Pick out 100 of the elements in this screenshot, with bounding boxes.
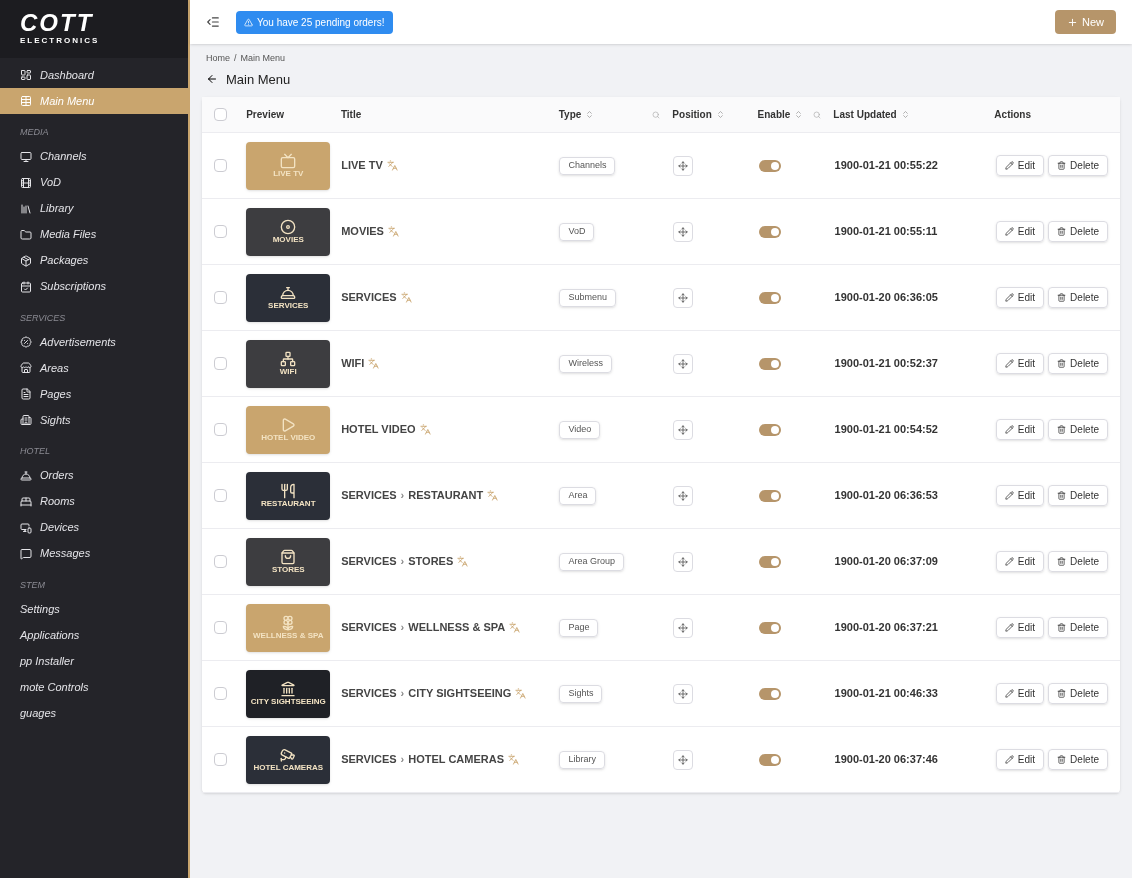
search-icon[interactable]: [813, 110, 822, 119]
translate-icon: [457, 556, 469, 567]
sidebar-item[interactable]: Pages: [0, 381, 188, 407]
delete-button[interactable]: Delete: [1048, 617, 1108, 638]
breadcrumb-link[interactable]: Home: [206, 52, 230, 66]
sidebar-item[interactable]: Channels: [0, 143, 188, 170]
delete-button[interactable]: Delete: [1048, 683, 1108, 704]
enable-toggle[interactable]: [758, 357, 781, 370]
sort-icon[interactable]: [900, 110, 910, 119]
delete-button[interactable]: Delete: [1048, 485, 1108, 506]
sidebar-item[interactable]: Dashboard: [0, 62, 188, 88]
enable-toggle[interactable]: [758, 687, 781, 700]
type-tag: Submenu: [559, 289, 616, 307]
row-checkbox[interactable]: [214, 555, 227, 568]
calendar-icon: [20, 280, 32, 293]
film-icon: [20, 176, 32, 189]
row-checkbox[interactable]: [214, 291, 227, 304]
sidebar-item[interactable]: Devices: [0, 514, 188, 541]
enable-toggle[interactable]: [758, 555, 781, 568]
enable-toggle[interactable]: [758, 753, 781, 766]
drag-handle[interactable]: [673, 155, 694, 176]
enable-toggle[interactable]: [758, 291, 781, 304]
sidebar-item[interactable]: Advertisements: [0, 329, 188, 355]
search-icon[interactable]: [652, 110, 661, 119]
delete-button[interactable]: Delete: [1048, 749, 1108, 770]
column-header[interactable]: Type: [558, 107, 582, 122]
column-header[interactable]: Actions: [994, 107, 1032, 122]
sidebar-item[interactable]: Applications: [0, 622, 188, 648]
sort-icon[interactable]: [715, 110, 725, 119]
drag-handle[interactable]: [673, 617, 694, 638]
enable-toggle[interactable]: [758, 159, 781, 172]
row-checkbox[interactable]: [214, 423, 227, 436]
row-checkbox[interactable]: [214, 159, 227, 172]
drag-handle[interactable]: [673, 419, 694, 440]
edit-button[interactable]: Edit: [995, 155, 1045, 176]
section-heading: STEM: [19, 578, 46, 592]
row-checkbox[interactable]: [214, 753, 227, 766]
edit-button[interactable]: Edit: [995, 617, 1045, 638]
sidebar-item[interactable]: Sights: [0, 407, 188, 433]
delete-button[interactable]: Delete: [1048, 287, 1108, 308]
sort-icon[interactable]: [794, 110, 804, 119]
drag-handle[interactable]: [673, 287, 694, 308]
move-icon: [678, 424, 689, 435]
enable-toggle[interactable]: [758, 489, 781, 502]
column-header[interactable]: Preview: [246, 107, 284, 122]
drag-handle[interactable]: [673, 221, 694, 242]
column-header[interactable]: Title: [340, 107, 362, 122]
sort-icon[interactable]: [585, 110, 595, 119]
delete-button[interactable]: Delete: [1048, 551, 1108, 572]
delete-button[interactable]: Delete: [1048, 221, 1108, 242]
drag-handle[interactable]: [673, 683, 694, 704]
edit-button[interactable]: Edit: [995, 749, 1045, 770]
row-checkbox[interactable]: [214, 357, 227, 370]
sidebar-item[interactable]: Media Files: [0, 221, 188, 248]
enable-toggle[interactable]: [758, 621, 781, 634]
back-icon[interactable]: [206, 73, 218, 86]
sidebar-item[interactable]: Settings: [0, 596, 188, 622]
trash-icon: [1057, 755, 1067, 764]
breadcrumb-separator: ›: [400, 620, 405, 636]
enable-toggle[interactable]: [758, 225, 781, 238]
timestamp: 1900-01-20 06:36:53: [834, 489, 938, 502]
translate-icon: [515, 688, 527, 699]
drag-handle[interactable]: [673, 485, 694, 506]
edit-button[interactable]: Edit: [995, 485, 1045, 506]
drag-handle[interactable]: [673, 551, 694, 572]
edit-button[interactable]: Edit: [995, 419, 1045, 440]
column-header[interactable]: Last Updated: [833, 107, 897, 122]
sidebar-item[interactable]: Orders: [0, 462, 188, 489]
row-checkbox[interactable]: [214, 621, 227, 634]
sidebar-item[interactable]: guages: [0, 700, 188, 726]
sidebar-item[interactable]: mote Controls: [0, 674, 188, 700]
edit-button[interactable]: Edit: [995, 551, 1045, 572]
sidebar-item[interactable]: Subscriptions: [0, 273, 188, 300]
translate-icon: [487, 490, 499, 501]
sidebar-item[interactable]: Messages: [0, 540, 188, 567]
row-checkbox[interactable]: [214, 225, 227, 238]
breadcrumb-link[interactable]: Main Menu: [240, 52, 286, 66]
sidebar-item[interactable]: Rooms: [0, 488, 188, 515]
delete-button[interactable]: Delete: [1048, 155, 1108, 176]
sidebar-item[interactable]: pp Installer: [0, 648, 188, 674]
edit-button[interactable]: Edit: [995, 287, 1045, 308]
column-header[interactable]: Enable: [757, 107, 791, 122]
row-checkbox[interactable]: [214, 687, 227, 700]
drag-handle[interactable]: [673, 749, 694, 770]
edit-button[interactable]: Edit: [995, 221, 1045, 242]
row-checkbox[interactable]: [214, 489, 227, 502]
menu-icon[interactable]: [206, 15, 220, 29]
delete-button[interactable]: Delete: [1048, 353, 1108, 374]
drag-handle[interactable]: [673, 353, 694, 374]
edit-button[interactable]: Edit: [995, 353, 1045, 374]
edit-button[interactable]: Edit: [995, 683, 1045, 704]
pencil-icon: [1004, 161, 1014, 170]
sidebar-item[interactable]: Areas: [0, 355, 188, 381]
select-all-checkbox[interactable]: [214, 108, 227, 121]
sidebar-item[interactable]: Library: [0, 195, 188, 222]
sidebar-item[interactable]: VoD: [0, 169, 188, 196]
enable-toggle[interactable]: [758, 423, 781, 436]
column-header[interactable]: Position: [672, 107, 712, 122]
delete-button[interactable]: Delete: [1048, 419, 1108, 440]
sidebar-item[interactable]: Packages: [0, 247, 188, 274]
